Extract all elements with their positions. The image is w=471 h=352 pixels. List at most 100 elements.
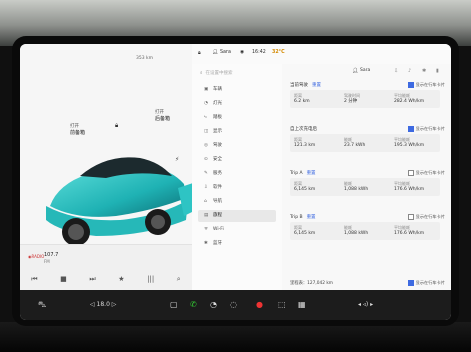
trip-stats: 距离 6.2 km 驾驶时间 2 分钟 平均能耗 282.4 Wh/km xyxy=(290,90,440,108)
profile-name[interactable]: Sara xyxy=(360,68,370,73)
trip-stats: 距离 6,145 km 能耗 1,088 kWh 平均能耗 176.6 Wh/km xyxy=(290,178,440,196)
stop-icon[interactable]: ■ xyxy=(60,275,67,284)
dashcam-icon[interactable]: ◔ xyxy=(210,300,217,309)
car-icon[interactable]: ⛍ xyxy=(38,300,46,310)
sidebar-item-label: Wi-Fi xyxy=(213,227,224,232)
trip-stat: 距离 6,145 km xyxy=(294,181,315,192)
sidebar-item-4[interactable]: ◎ 驾驶 xyxy=(198,140,276,152)
music-icon[interactable]: ▦ xyxy=(298,300,306,309)
trip-card-header: Trip A 重置 xyxy=(290,170,316,176)
stat-label: 距离 xyxy=(294,181,302,186)
sidebar-item-icon: ▣ xyxy=(204,87,209,92)
trip-card-header: 当前驾驶 重置 xyxy=(290,82,321,88)
calendar-icon[interactable]: ⬚ xyxy=(278,300,286,309)
sidebar-item-3[interactable]: ◫ 显示 xyxy=(198,126,276,138)
sidebar-item-label: 软件 xyxy=(213,185,222,190)
sidebar-item-10[interactable]: ᯤ Wi-Fi xyxy=(198,224,276,236)
lock-status-icon[interactable]: 🔒︎ xyxy=(198,50,201,56)
odometer-show-checkbox[interactable]: 显示在行车卡片 xyxy=(407,280,445,286)
trip-stat: 平均能耗 282.4 Wh/km xyxy=(394,93,424,104)
sidebar-item-6[interactable]: ✎ 服务 xyxy=(198,168,276,180)
trip-stat: 平均能耗 195.3 Wh/km xyxy=(394,137,424,148)
show-on-card-checkbox[interactable]: 显示在行车卡片 xyxy=(407,82,445,88)
download-icon[interactable]: ⇩ xyxy=(394,68,398,74)
trip-card-header: 自上次充电后 xyxy=(290,126,321,132)
favorite-icon[interactable]: ★ xyxy=(118,275,124,284)
reset-button[interactable]: 重置 xyxy=(307,215,316,220)
trip-stat: 距离 121.3 km xyxy=(294,137,315,148)
checkbox-label: 显示在行车卡片 xyxy=(415,126,445,131)
reset-button[interactable]: 重置 xyxy=(312,83,321,88)
status-bar: 🔒︎ 👤︎ Sara ◉ 16:42 32°C xyxy=(192,44,451,64)
stat-label: 能耗 xyxy=(344,225,352,230)
checkbox-icon xyxy=(407,170,414,176)
user-name[interactable]: Sara xyxy=(220,50,231,55)
clock: 16:42 xyxy=(252,50,266,55)
sidebar-item-icon: ⌂ xyxy=(204,199,207,204)
sidebar-item-5[interactable]: ⊙ 安全 xyxy=(198,154,276,166)
media-controls: ⏮ ■ ⏭ ★ ||| ⌕ xyxy=(20,275,192,284)
bell-icon[interactable]: ♪ xyxy=(408,68,411,74)
sidebar-item-11[interactable]: ✱ 蓝牙 xyxy=(198,238,276,250)
bluetooth-icon[interactable]: ✱ xyxy=(422,68,426,74)
track-subtitle: FM xyxy=(44,259,50,264)
profile-icon[interactable]: 👤︎ xyxy=(352,68,358,74)
trip-stat: 平均能耗 176.6 Wh/km xyxy=(394,181,424,192)
checkbox-label: 显示在行车卡片 xyxy=(415,170,445,175)
equalizer-icon[interactable]: ||| xyxy=(147,275,154,284)
trip-stat: 平均能耗 176.6 Wh/km xyxy=(394,225,424,236)
car-panel: 353 km 打开 前备箱 打开 后备箱 🔒︎ ⚡︎ ◉RADIO 107.7 … xyxy=(20,44,200,291)
trip-stat: 能耗 1,088 kWh xyxy=(344,225,368,236)
trip-card-title: 当前驾驶 xyxy=(290,83,308,88)
stat-value: 121.3 km xyxy=(294,142,316,148)
toybox-icon[interactable]: ● xyxy=(256,300,263,309)
sidebar-item-8[interactable]: ⌂ 导航 xyxy=(198,196,276,208)
next-icon[interactable]: ⏭ xyxy=(89,275,95,284)
volume-control[interactable]: ◂ ◃) ▸ xyxy=(358,301,373,308)
sentry-icon[interactable]: ◉ xyxy=(240,50,244,55)
stat-label: 平均能耗 xyxy=(394,181,410,186)
user-icon[interactable]: 👤︎ xyxy=(212,50,218,55)
sidebar-item-2[interactable]: ⤷ 踏板 xyxy=(198,112,276,124)
reset-button[interactable]: 重置 xyxy=(307,171,316,176)
checkbox-icon xyxy=(407,82,414,88)
previous-icon[interactable]: ⏮ xyxy=(31,275,37,284)
stat-value: 1,088 kWh xyxy=(344,230,369,236)
odometer-option: 显示在行车卡片 xyxy=(290,280,445,288)
trip-card-title: Trip A xyxy=(290,171,303,176)
climate-temperature[interactable]: ◁ 18.0 ▷ xyxy=(90,301,116,308)
range-readout: 353 km xyxy=(136,56,154,61)
lte-icon[interactable]: ▮ xyxy=(436,68,439,74)
sidebar-item-0[interactable]: ▣ 车辆 xyxy=(198,84,276,96)
search-icon[interactable]: ⌕ xyxy=(177,275,181,284)
show-on-card-checkbox[interactable]: 显示在行车卡片 xyxy=(407,170,445,176)
stat-value: 282.4 Wh/km xyxy=(394,98,425,104)
search-placeholder: 在设置中搜索 xyxy=(205,71,233,76)
sidebar-item-7[interactable]: ⇩ 软件 xyxy=(198,182,276,194)
trip-stats: 距离 6,145 km 能耗 1,088 kWh 平均能耗 176.6 Wh/km xyxy=(290,222,440,240)
trip-stat: 能耗 23.7 kWh xyxy=(344,137,365,148)
camera-icon[interactable]: ◌ xyxy=(230,300,237,309)
stat-value: 6,145 km xyxy=(294,186,316,192)
settings-search-input[interactable]: ⌕ 在设置中搜索 xyxy=(200,69,274,79)
bottom-dock: ⛍ ◁ 18.0 ▷ ▢ ✆ ◔ ◌ ● ⬚ ▦ ◂ ◃) ▸ xyxy=(20,290,451,320)
sidebar-item-1[interactable]: ◔ 灯光 xyxy=(198,98,276,110)
checkbox-label: 显示在行车卡片 xyxy=(415,280,445,285)
stat-value: 176.6 Wh/km xyxy=(394,186,425,192)
trunk-open-button[interactable]: 打开 后备箱 xyxy=(155,110,170,123)
phone-icon[interactable]: ✆ xyxy=(190,300,197,309)
stat-label: 平均能耗 xyxy=(394,137,410,142)
show-on-card-checkbox[interactable]: 显示在行车卡片 xyxy=(407,214,445,220)
outside-temperature: 32°C xyxy=(272,50,285,55)
show-on-card-checkbox[interactable]: 显示在行车卡片 xyxy=(407,126,445,132)
trip-card-title: 自上次充电后 xyxy=(290,127,317,132)
trip-stat: 距离 6.2 km xyxy=(294,93,310,104)
sidebar-item-label: 蓝牙 xyxy=(213,241,222,246)
sidebar-item-icon: ◎ xyxy=(204,143,208,148)
sidebar-item-label: 驾驶 xyxy=(213,143,222,148)
sidebar-item-icon: ✱ xyxy=(204,241,208,246)
sidebar-item-9[interactable]: ▤ 旅程 xyxy=(198,210,276,222)
stat-label: 平均能耗 xyxy=(394,93,410,98)
stat-label: 能耗 xyxy=(344,181,352,186)
app-launcher-icon[interactable]: ▢ xyxy=(170,300,178,309)
